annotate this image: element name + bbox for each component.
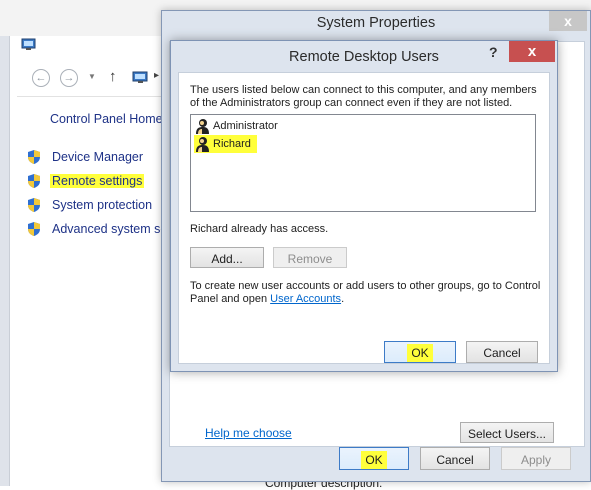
remote-desktop-users-dialog: Remote Desktop Users ? x The users liste…: [170, 40, 558, 372]
button-label: Select Users...: [467, 427, 547, 441]
uac-shield-icon: [28, 221, 40, 236]
device-manager-link[interactable]: Device Manager: [26, 147, 145, 165]
list-item-richard[interactable]: Richard: [194, 135, 257, 153]
ok-button[interactable]: OK: [339, 447, 409, 470]
uac-shield-icon: [28, 197, 40, 212]
user-icon: [196, 136, 209, 152]
button-label: Apply: [520, 452, 552, 467]
computer-icon: [21, 38, 36, 50]
add-button[interactable]: Add...: [190, 247, 264, 268]
navigation-bar: ← → ▼ ↑ ▸: [18, 64, 164, 92]
divider: [17, 96, 167, 97]
close-icon: x: [564, 13, 572, 29]
uac-shield-icon: [28, 149, 40, 164]
link-label: Advanced system set: [52, 221, 171, 236]
system-protection-link[interactable]: System protection: [26, 195, 154, 213]
chevron-right-icon[interactable]: ▸: [154, 70, 159, 81]
window-frame-left: [0, 36, 10, 486]
link-label: Device Manager: [52, 149, 144, 164]
ok-button[interactable]: OK: [384, 341, 456, 363]
chevron-down-icon[interactable]: ▼: [88, 72, 96, 81]
advanced-system-settings-link[interactable]: Advanced system set: [26, 219, 173, 237]
link-label: Remote settings: [50, 173, 145, 188]
button-label: Cancel: [436, 452, 474, 467]
users-list[interactable]: Administrator Richard: [190, 114, 536, 212]
close-button[interactable]: x: [509, 41, 555, 62]
button-label: Cancel: [483, 346, 521, 360]
list-item-administrator[interactable]: Administrator: [194, 117, 281, 135]
close-button[interactable]: x: [549, 11, 587, 31]
close-icon: x: [527, 43, 537, 60]
access-status-text: Richard already has access.: [190, 223, 329, 235]
user-name: Administrator: [213, 120, 278, 133]
link-label: System protection: [52, 197, 153, 212]
remote-settings-link[interactable]: Remote settings: [26, 171, 145, 189]
help-button[interactable]: ?: [489, 44, 498, 60]
arrow-right-icon[interactable]: →: [60, 69, 78, 87]
user-icon: [196, 118, 209, 134]
dialog-body: The users listed below can connect to th…: [178, 72, 550, 364]
button-label: OK: [361, 450, 387, 469]
control-panel-home-link[interactable]: Control Panel Home: [50, 112, 163, 126]
note-suffix: .: [341, 293, 345, 305]
dialog-title: Remote Desktop Users: [289, 49, 439, 65]
help-me-choose-link[interactable]: Help me choose: [205, 426, 292, 440]
user-name: Richard: [213, 138, 251, 151]
select-users-button[interactable]: Select Users...: [460, 422, 554, 443]
arrow-left-icon[interactable]: ←: [32, 69, 50, 87]
button-label: Remove: [287, 252, 333, 266]
description-text: The users listed below can connect to th…: [190, 84, 537, 109]
apply-button[interactable]: Apply: [501, 447, 571, 470]
user-accounts-link[interactable]: User Accounts: [270, 293, 341, 305]
cancel-button[interactable]: Cancel: [420, 447, 490, 470]
note-prefix: To create new user accounts or add users…: [190, 280, 541, 305]
uac-shield-icon: [28, 173, 40, 188]
button-label: OK: [407, 344, 433, 362]
button-label: Add...: [211, 252, 243, 266]
cancel-button[interactable]: Cancel: [466, 341, 538, 363]
dialog-title: System Properties: [316, 15, 436, 31]
arrow-up-icon[interactable]: ↑: [109, 68, 117, 85]
note-text: To create new user accounts or add users…: [190, 280, 542, 306]
computer-icon: [132, 71, 148, 83]
remove-button[interactable]: Remove: [273, 247, 347, 268]
